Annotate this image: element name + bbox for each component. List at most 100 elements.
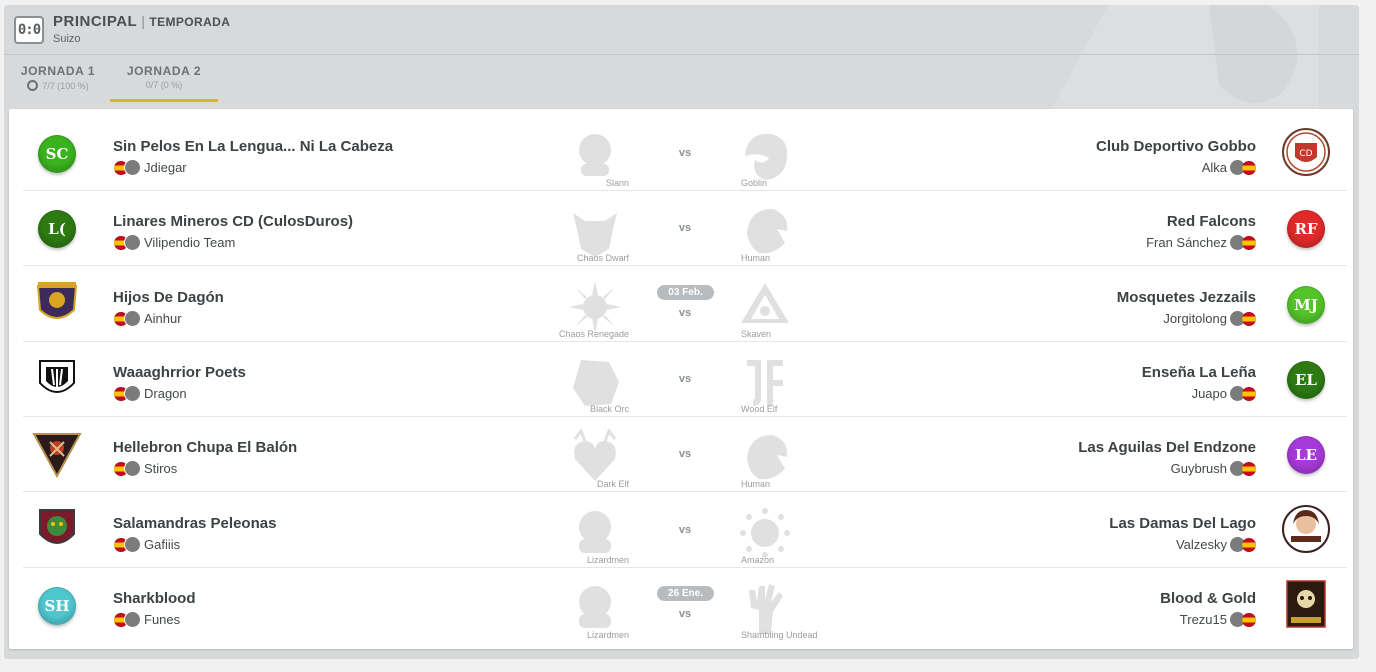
coach-avatar <box>124 310 141 327</box>
home-team-logo[interactable]: L( <box>32 204 82 254</box>
away-team-name[interactable]: Las Damas Del Lago <box>1109 515 1256 532</box>
away-coach-name: Alka <box>1201 160 1227 175</box>
match-row[interactable]: Waaaghrrior Poets Dragon Black Orc vs Wood E… <box>9 342 1353 417</box>
home-team-name[interactable]: Hellebron Chupa El Balón <box>113 439 297 456</box>
away-team-logo[interactable]: CD <box>1281 127 1331 179</box>
team-logo-badge: SH <box>38 587 76 625</box>
match-row[interactable]: Hijos De Dagón Ainhur Chaos Renegade 03 Feb… <box>9 267 1353 342</box>
home-race: Dark Elf <box>596 479 629 489</box>
coach-flags <box>1229 536 1256 553</box>
away-team-name[interactable]: Red Falcons <box>1167 213 1256 230</box>
home-team-name[interactable]: Sin Pelos En La Lengua... Ni La Cabeza <box>113 138 393 155</box>
home-race: Chaos Renegade <box>558 329 629 339</box>
home-coach-name: Gafiiis <box>144 537 181 552</box>
away-team-name[interactable]: Mosquetes Jezzails <box>1117 289 1256 306</box>
home-team-name[interactable]: Salamandras Peleonas <box>113 515 276 532</box>
tab-progress: 0/7 (0 %) <box>145 80 183 90</box>
home-coach[interactable]: Jdiegar <box>114 159 187 176</box>
away-team-logo[interactable]: MJ <box>1281 280 1331 330</box>
hijos-de-dagon-crest-icon <box>32 278 82 333</box>
away-team-logo[interactable]: LE <box>1281 430 1331 480</box>
vs-label[interactable]: vs <box>678 524 692 536</box>
away-team-logo[interactable]: RF <box>1281 204 1331 254</box>
coach-flags <box>1229 611 1256 628</box>
vs-label[interactable]: vs <box>678 147 692 159</box>
match-row[interactable]: SH Sharkblood Funes Lizardmen 26 Ene. vs Shamb… <box>9 568 1353 643</box>
coach-avatar <box>124 385 141 402</box>
home-race: Black Orc <box>589 404 629 414</box>
vs-label[interactable]: vs <box>678 448 692 460</box>
away-coach[interactable]: Trezu15 <box>1180 611 1256 628</box>
competition-system: Suizo <box>53 33 81 45</box>
coach-flags <box>114 460 141 477</box>
coach-avatar <box>124 159 141 176</box>
team-logo-badge: EL <box>1287 361 1325 399</box>
away-coach[interactable]: Guybrush <box>1171 460 1256 477</box>
vs-label[interactable]: vs <box>678 373 692 385</box>
home-team-name[interactable]: Waaaghrrior Poets <box>113 364 246 381</box>
amazon-race-icon <box>740 508 790 558</box>
home-coach[interactable]: Ainhur <box>114 310 182 327</box>
match-date-badge: 26 Ene. <box>657 586 714 601</box>
vs-label[interactable]: vs <box>678 307 692 319</box>
away-team-name[interactable]: Club Deportivo Gobbo <box>1096 138 1256 155</box>
home-coach[interactable]: Dragon <box>114 385 187 402</box>
home-team-logo[interactable] <box>32 355 82 405</box>
tab-jornada-2[interactable]: JORNADA 2 0/7 (0 %) <box>110 56 218 102</box>
away-team-logo[interactable]: EL <box>1281 355 1331 405</box>
home-coach-name: Vilipendio Team <box>144 235 236 250</box>
home-team-logo[interactable]: SC <box>32 129 82 179</box>
home-team-name[interactable]: Linares Mineros CD (CulosDuros) <box>113 213 353 230</box>
away-race: Skaven <box>741 329 772 339</box>
home-coach[interactable]: Funes <box>114 611 180 628</box>
match-row[interactable]: Hellebron Chupa El Balón Stiros Dark Elf vs… <box>9 417 1353 492</box>
match-row[interactable]: L( Linares Mineros CD (CulosDuros) Vilipen… <box>9 191 1353 266</box>
goblin-race-icon <box>745 133 788 180</box>
hellebron-crest-icon <box>32 428 82 483</box>
away-coach-name: Fran Sánchez <box>1146 235 1227 250</box>
spain-flag-icon <box>1242 235 1256 250</box>
competition-subtitle: TEMPORADA <box>149 15 231 29</box>
vs-label[interactable]: vs <box>678 608 692 620</box>
competition-header: 0:0 PRINCIPAL | TEMPORADA Suizo <box>4 5 1359 55</box>
team-logo-badge: L( <box>38 210 76 248</box>
coach-flags <box>114 536 141 553</box>
progress-ring-icon <box>27 80 39 91</box>
salamandras-crest-icon <box>32 504 82 559</box>
coach-flags <box>1229 234 1256 251</box>
away-race: Wood Elf <box>741 404 778 414</box>
home-team-name[interactable]: Hijos De Dagón <box>113 289 224 306</box>
black-orc-race-icon <box>573 360 619 406</box>
vs-label[interactable]: vs <box>678 222 692 234</box>
tab-jornada-1[interactable]: JORNADA 1 7/7 (100 %) <box>20 56 96 102</box>
away-race: Human <box>741 479 771 489</box>
match-row[interactable]: Salamandras Peleonas Gafiiis Lizardmen vs Am… <box>9 493 1353 568</box>
home-team-logo[interactable] <box>32 280 82 330</box>
away-coach[interactable]: Valzesky <box>1176 536 1256 553</box>
home-team-logo[interactable] <box>32 430 82 480</box>
home-coach[interactable]: Stiros <box>114 460 177 477</box>
chaos-renegade-race-icon <box>569 281 621 333</box>
away-coach[interactable]: Juapo <box>1192 385 1256 402</box>
away-team-name[interactable]: Las Aguilas Del Endzone <box>1078 439 1256 456</box>
home-race: Chaos Dwarf <box>576 253 629 263</box>
row-divider <box>23 265 1347 266</box>
coach-flags <box>114 234 141 251</box>
away-coach[interactable]: Alka <box>1202 159 1256 176</box>
match-row[interactable]: SC Sin Pelos En La Lengua... Ni La Cabeza… <box>9 116 1353 191</box>
home-coach[interactable]: Vilipendio Team <box>114 234 235 251</box>
team-logo-badge: SC <box>38 135 76 173</box>
away-team-logo[interactable] <box>1281 504 1331 556</box>
away-coach[interactable]: Jorgitolong <box>1163 310 1256 327</box>
home-team-name[interactable]: Sharkblood <box>113 590 196 607</box>
coach-flags <box>1229 385 1256 402</box>
home-team-logo[interactable] <box>32 506 82 556</box>
away-team-logo[interactable] <box>1281 579 1331 631</box>
away-team-name[interactable]: Enseña La Leña <box>1142 364 1256 381</box>
away-coach[interactable]: Fran Sánchez <box>1146 234 1256 251</box>
away-race: Amazon <box>741 555 775 565</box>
home-coach[interactable]: Gafiiis <box>114 536 180 553</box>
home-coach-name: Dragon <box>144 386 187 401</box>
away-team-name[interactable]: Blood & Gold <box>1160 590 1256 607</box>
home-team-logo[interactable]: SH <box>32 581 82 631</box>
